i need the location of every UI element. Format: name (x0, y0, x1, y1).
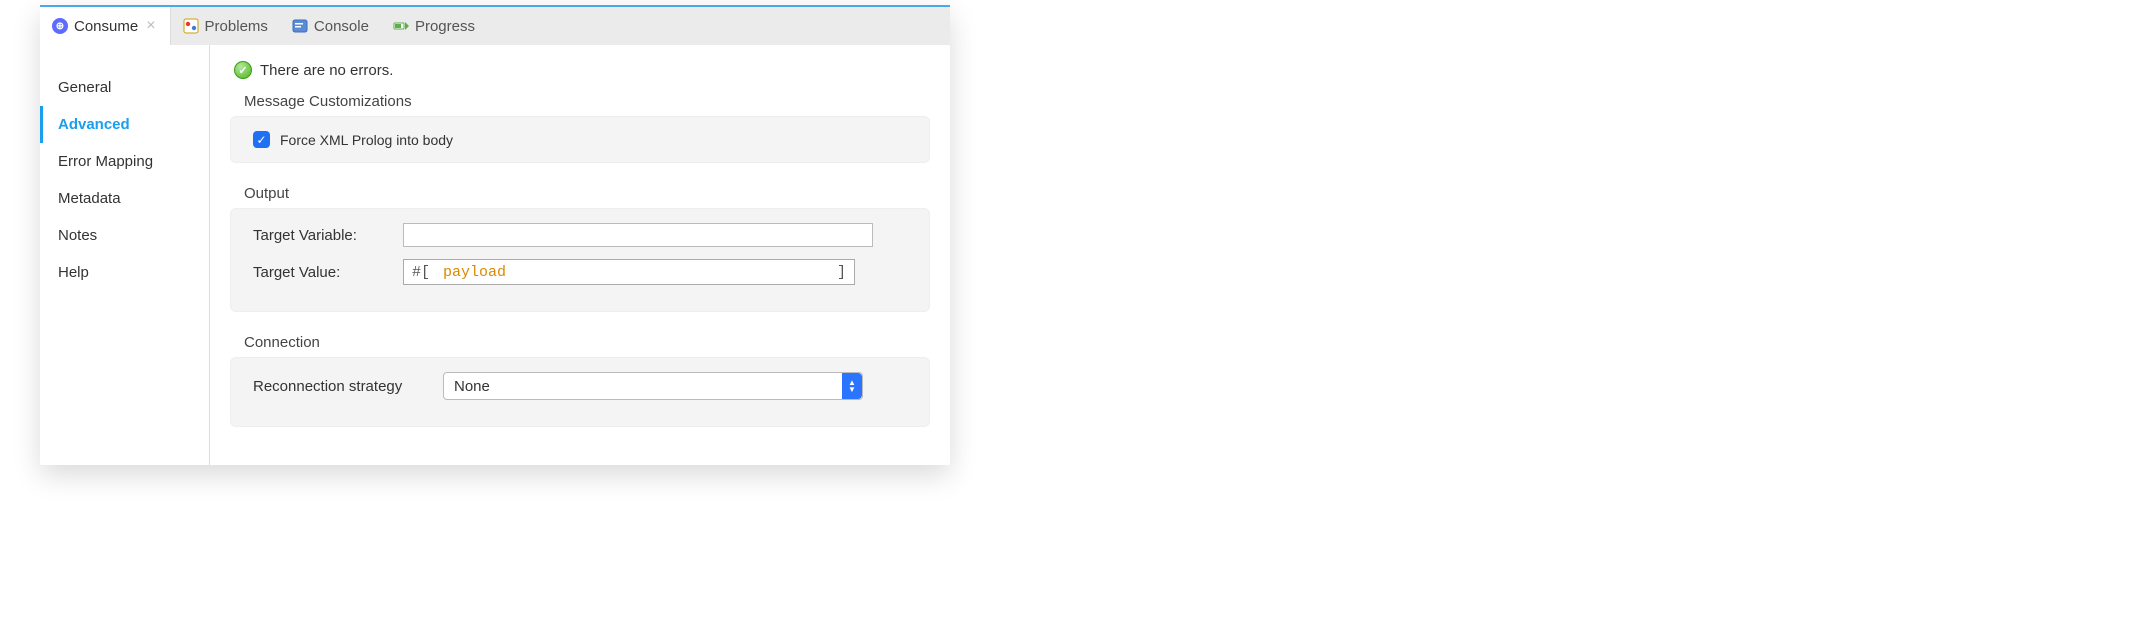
console-icon (292, 18, 308, 34)
success-icon: ✓ (234, 61, 252, 79)
sidebar-item-error-mapping[interactable]: Error Mapping (40, 143, 209, 180)
target-value-row: Target Value: #[ payload ] (253, 259, 907, 285)
target-value-label: Target Value: (253, 264, 403, 281)
tab-consume[interactable]: ⊕ Consume × (40, 7, 171, 45)
tab-progress-label: Progress (415, 18, 475, 35)
tab-console[interactable]: Console (280, 7, 381, 45)
content-area: General Advanced Error Mapping Metadata … (40, 45, 950, 465)
sidebar: General Advanced Error Mapping Metadata … (40, 45, 210, 465)
sidebar-item-metadata[interactable]: Metadata (40, 180, 209, 217)
sidebar-item-advanced[interactable]: Advanced (40, 106, 209, 143)
tabbar: ⊕ Consume × Problems Console Progress (40, 5, 950, 45)
target-value-input[interactable]: #[ payload ] (403, 259, 855, 285)
reconnection-row: Reconnection strategy None ▲▼ (253, 372, 907, 400)
main-pane: ✓ There are no errors. Message Customiza… (210, 45, 950, 465)
reconnection-value: None (454, 378, 490, 395)
reconnection-select[interactable]: None ▲▼ (443, 372, 863, 400)
expr-payload: payload (443, 264, 506, 281)
status-row: ✓ There are no errors. (230, 59, 930, 89)
close-icon[interactable]: × (144, 17, 157, 35)
expr-prefix: #[ (412, 264, 430, 281)
reconnection-label: Reconnection strategy (253, 378, 443, 395)
sidebar-item-help[interactable]: Help (40, 254, 209, 291)
section-title-output: Output (230, 181, 930, 208)
status-text: There are no errors. (260, 62, 393, 79)
target-variable-input[interactable] (403, 223, 873, 247)
section-title-connection: Connection (230, 330, 930, 357)
tab-problems[interactable]: Problems (171, 7, 280, 45)
problems-icon (183, 18, 199, 34)
section-title-message-customizations: Message Customizations (230, 89, 930, 116)
consume-icon: ⊕ (52, 18, 68, 34)
progress-icon (393, 18, 409, 34)
tab-consume-label: Consume (74, 18, 138, 35)
sidebar-item-notes[interactable]: Notes (40, 217, 209, 254)
tab-progress[interactable]: Progress (381, 7, 487, 45)
force-xml-checkbox[interactable]: ✓ (253, 131, 270, 148)
section-connection: Reconnection strategy None ▲▼ (230, 357, 930, 427)
force-xml-row: ✓ Force XML Prolog into body (253, 131, 907, 148)
select-arrows-icon: ▲▼ (842, 373, 862, 399)
target-variable-row: Target Variable: (253, 223, 907, 247)
tab-problems-label: Problems (205, 18, 268, 35)
force-xml-label: Force XML Prolog into body (280, 132, 453, 148)
expr-suffix: ] (837, 264, 846, 281)
target-variable-label: Target Variable: (253, 227, 403, 244)
tab-console-label: Console (314, 18, 369, 35)
section-message-customizations: ✓ Force XML Prolog into body (230, 116, 930, 163)
section-output: Target Variable: Target Value: #[ payloa… (230, 208, 930, 312)
config-panel: ⊕ Consume × Problems Console Progress Ge… (40, 5, 950, 465)
sidebar-item-general[interactable]: General (40, 69, 209, 106)
